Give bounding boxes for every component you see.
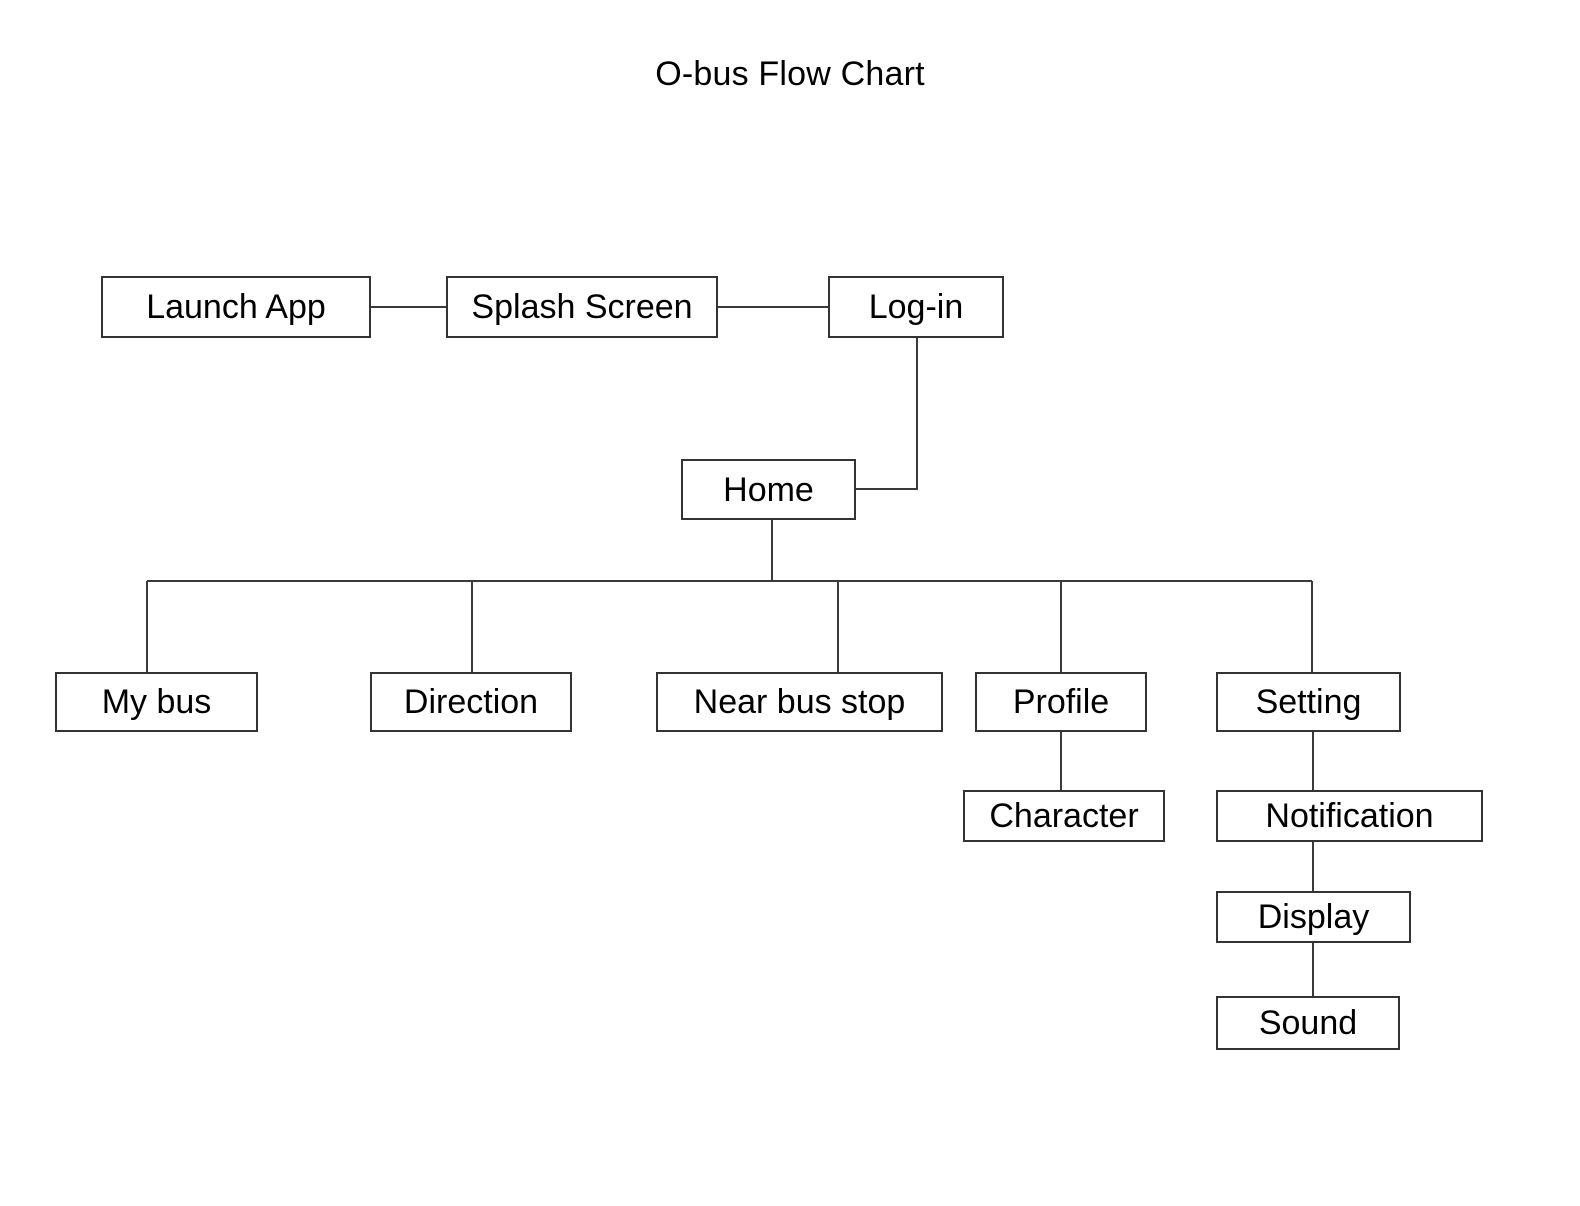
node-home[interactable]: Home xyxy=(681,459,856,520)
node-character[interactable]: Character xyxy=(963,790,1165,842)
node-sound-label: Sound xyxy=(1258,1004,1358,1042)
node-home-label: Home xyxy=(723,470,814,509)
node-character-label: Character xyxy=(989,797,1139,835)
node-display[interactable]: Display xyxy=(1216,891,1411,943)
node-direction[interactable]: Direction xyxy=(370,672,572,732)
node-log-in-label: Log-in xyxy=(868,288,964,326)
node-near-bus-stop-label: Near bus stop xyxy=(693,683,906,721)
node-profile-label: Profile xyxy=(1012,683,1110,721)
edge-login-to-home xyxy=(856,338,919,491)
node-setting-label: Setting xyxy=(1255,683,1362,721)
node-splash-screen[interactable]: Splash Screen xyxy=(446,276,718,338)
node-launch-app-label: Launch App xyxy=(146,288,326,326)
node-notification-label: Notification xyxy=(1265,797,1434,835)
node-log-in[interactable]: Log-in xyxy=(828,276,1004,338)
node-setting[interactable]: Setting xyxy=(1216,672,1401,732)
node-launch-app[interactable]: Launch App xyxy=(101,276,371,338)
node-profile[interactable]: Profile xyxy=(975,672,1147,732)
node-my-bus[interactable]: My bus xyxy=(55,672,258,732)
node-notification[interactable]: Notification xyxy=(1216,790,1483,842)
node-splash-screen-label: Splash Screen xyxy=(471,288,693,326)
node-near-bus-stop[interactable]: Near bus stop xyxy=(656,672,943,732)
node-direction-label: Direction xyxy=(403,683,539,721)
flow-chart-canvas: O-bus Flow Chart Launch App Splash Scree… xyxy=(0,0,1580,1206)
node-my-bus-label: My bus xyxy=(101,683,212,721)
node-display-label: Display xyxy=(1257,898,1370,936)
node-sound[interactable]: Sound xyxy=(1216,996,1400,1050)
